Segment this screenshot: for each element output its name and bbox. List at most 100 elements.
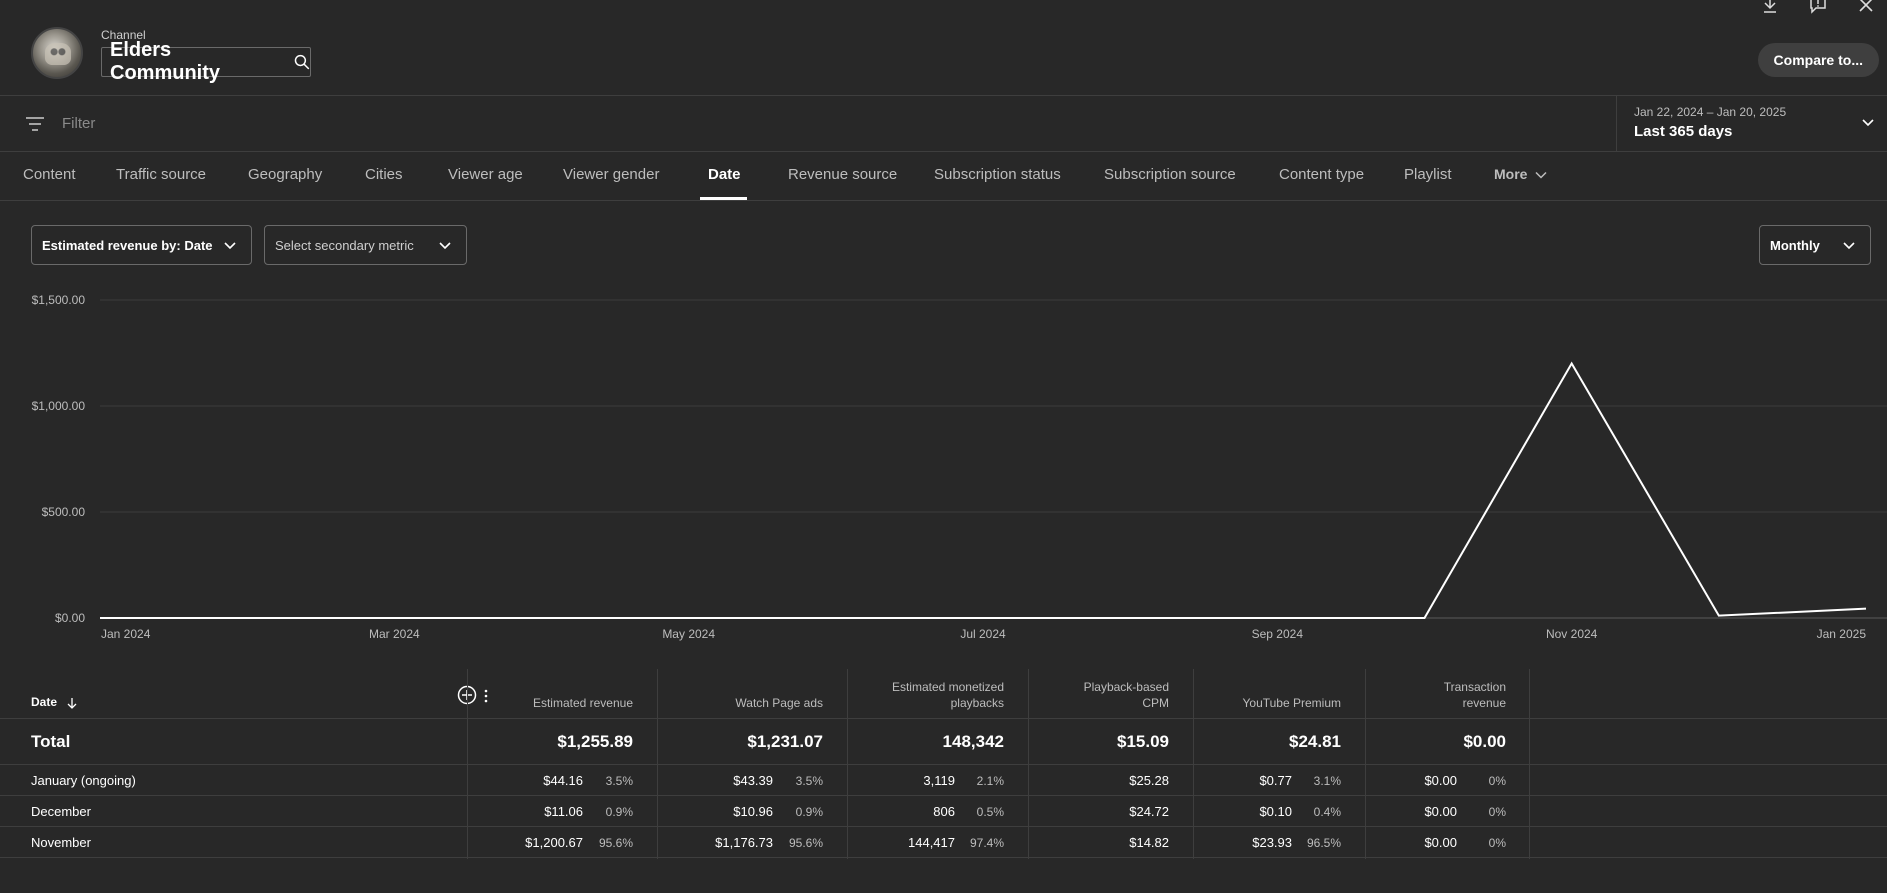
y-tick-label: $500.00 (42, 505, 86, 519)
tab-playlist[interactable]: Playlist (1404, 166, 1452, 183)
tab-geography[interactable]: Geography (248, 166, 322, 183)
tab-viewer-age[interactable]: Viewer age (448, 166, 523, 183)
y-tick-label: $1,000.00 (32, 399, 86, 413)
total-value: $24.81 (1289, 732, 1341, 751)
row-label: December (31, 804, 91, 819)
cell-percent: 97.4% (969, 836, 1004, 850)
secondary-metric-label: Select secondary metric (275, 237, 414, 253)
tab-content[interactable]: Content (23, 166, 76, 183)
column-header[interactable]: Playback-based CPM (1084, 679, 1169, 711)
cell-value: $0.77 (1259, 773, 1292, 788)
tab-content-type[interactable]: Content type (1279, 166, 1364, 183)
cell-value: $23.93 (1252, 835, 1292, 850)
total-value: $1,255.89 (557, 732, 633, 751)
row-label: November (31, 835, 91, 850)
column-header[interactable]: Estimated monetized playbacks (892, 679, 1004, 711)
cell-percent: 3.5% (605, 774, 633, 788)
tab-subscription-source[interactable]: Subscription source (1104, 166, 1236, 183)
tab-viewer-gender[interactable]: Viewer gender (563, 166, 659, 183)
column-header[interactable]: YouTube Premium (1243, 679, 1342, 711)
filter-input[interactable]: Filter (62, 115, 95, 132)
column-header-line: revenue (1462, 696, 1506, 710)
cell-percent: 95.6% (598, 836, 633, 850)
tab-subscription-status[interactable]: Subscription status (934, 166, 1061, 183)
data-table: Date Estimated revenue Watch Page ads Est… (0, 669, 1887, 859)
granularity-dropdown[interactable]: Monthly (1759, 225, 1871, 265)
cell-value: $1,200.67 (525, 835, 583, 850)
total-value: $0.00 (1463, 732, 1506, 751)
table-header: Date Estimated revenue Watch Page ads Est… (0, 669, 1887, 719)
cell-value: $1,176.73 (715, 835, 773, 850)
cell-percent: 0.5% (976, 805, 1004, 819)
filter-icon[interactable] (25, 115, 45, 133)
cell-percent: 0% (1488, 774, 1506, 788)
total-row: Total $1,255.89 $1,231.07 148,342 $15.09 $24… (0, 719, 1887, 765)
revenue-line-chart[interactable]: $0.00 $500.00 $1,000.00 $1,500.00 Jan 2024 Ma… (0, 280, 1887, 650)
total-value: $1,231.07 (747, 732, 823, 751)
cell-value: $25.28 (1129, 773, 1169, 788)
secondary-metric-dropdown[interactable]: Select secondary metric (264, 225, 467, 265)
date-range-selector[interactable]: Jan 22, 2024 – Jan 20, 2025 Last 365 day… (1616, 96, 1887, 152)
cell-percent: 3.5% (795, 774, 823, 788)
cell-value: $14.82 (1129, 835, 1169, 850)
sort-arrow-icon (67, 697, 77, 709)
tab-date[interactable]: Date (708, 166, 741, 183)
column-header-line: Estimated revenue (532, 696, 633, 710)
cell-value: 806 (933, 804, 955, 819)
cell-percent: 3.1% (1313, 774, 1341, 788)
cell-value: $0.00 (1424, 835, 1457, 850)
date-header-label: Date (31, 695, 58, 709)
compare-button[interactable]: Compare to... (1757, 43, 1879, 77)
y-tick-label: $1,500.00 (32, 293, 86, 307)
tab-cities[interactable]: Cities (365, 166, 403, 183)
x-tick-label: Jan 2025 (1817, 627, 1867, 641)
table-row[interactable]: December $11.06 0.9% $10.96 0.9% 806 0.5% $24.7… (0, 796, 1887, 827)
dimension-tabs: Content Traffic source Geography Cities … (0, 152, 1887, 201)
x-tick-label: Mar 2024 (369, 627, 420, 641)
tab-traffic-source[interactable]: Traffic source (116, 166, 206, 183)
chevron-down-icon (224, 242, 236, 250)
chevron-down-icon (1862, 119, 1874, 127)
cell-value: $0.00 (1424, 773, 1457, 788)
tab-more[interactable]: More (1494, 166, 1547, 182)
chevron-down-icon (1535, 172, 1547, 179)
cell-percent: 95.6% (788, 836, 823, 850)
search-icon[interactable] (294, 54, 310, 70)
table-row[interactable]: November $1,200.67 95.6% $1,176.73 95.6% 144,… (0, 827, 1887, 858)
total-value: $15.09 (1117, 732, 1169, 751)
cell-value: $43.39 (733, 773, 773, 788)
column-header-line: Transaction (1443, 680, 1506, 694)
column-header-line (533, 679, 633, 695)
column-header-line: YouTube Premium (1242, 696, 1342, 710)
close-icon[interactable] (1857, 0, 1875, 14)
cell-value: $0.00 (1424, 804, 1457, 819)
column-header[interactable]: Transaction revenue (1444, 679, 1506, 711)
y-tick-label: $0.00 (55, 611, 85, 625)
chevron-down-icon (1843, 242, 1855, 250)
date-range-text: Jan 22, 2024 – Jan 20, 2025 (1634, 105, 1787, 119)
table-row[interactable]: January (ongoing) $44.16 3.5% $43.39 3.5% 3,1… (0, 765, 1887, 796)
revenue-series-line[interactable] (100, 361, 1867, 619)
more-options-icon[interactable] (482, 688, 490, 704)
cell-percent: 0.9% (605, 805, 633, 819)
column-header[interactable]: Estimated revenue (533, 679, 633, 711)
feedback-icon[interactable] (1809, 0, 1827, 14)
download-icon[interactable] (1761, 0, 1779, 14)
column-header-line: CPM (1142, 696, 1169, 710)
tab-revenue-source[interactable]: Revenue source (788, 166, 897, 183)
x-tick-label: Jul 2024 (960, 627, 1006, 641)
date-column-header[interactable]: Date (31, 695, 78, 709)
column-header[interactable]: Watch Page ads (735, 679, 823, 711)
filter-bar: Filter Jan 22, 2024 – Jan 20, 2025 Last … (0, 96, 1887, 152)
cell-value: $0.10 (1259, 804, 1292, 819)
channel-name: Elders Community (110, 39, 220, 84)
column-header-line: Estimated monetized (891, 680, 1004, 694)
primary-metric-dropdown[interactable]: Estimated revenue by: Date (31, 225, 252, 265)
tab-more-label: More (1494, 166, 1528, 182)
analytics-page: Channel Elders Community Compare to... F… (0, 0, 1887, 893)
top-icon-bar (1761, 0, 1875, 14)
column-header-line: Playback-based (1083, 680, 1169, 694)
channel-selector[interactable]: Elders Community (101, 39, 311, 84)
x-tick-label: Jan 2024 (101, 627, 151, 641)
cell-value: $10.96 (733, 804, 773, 819)
